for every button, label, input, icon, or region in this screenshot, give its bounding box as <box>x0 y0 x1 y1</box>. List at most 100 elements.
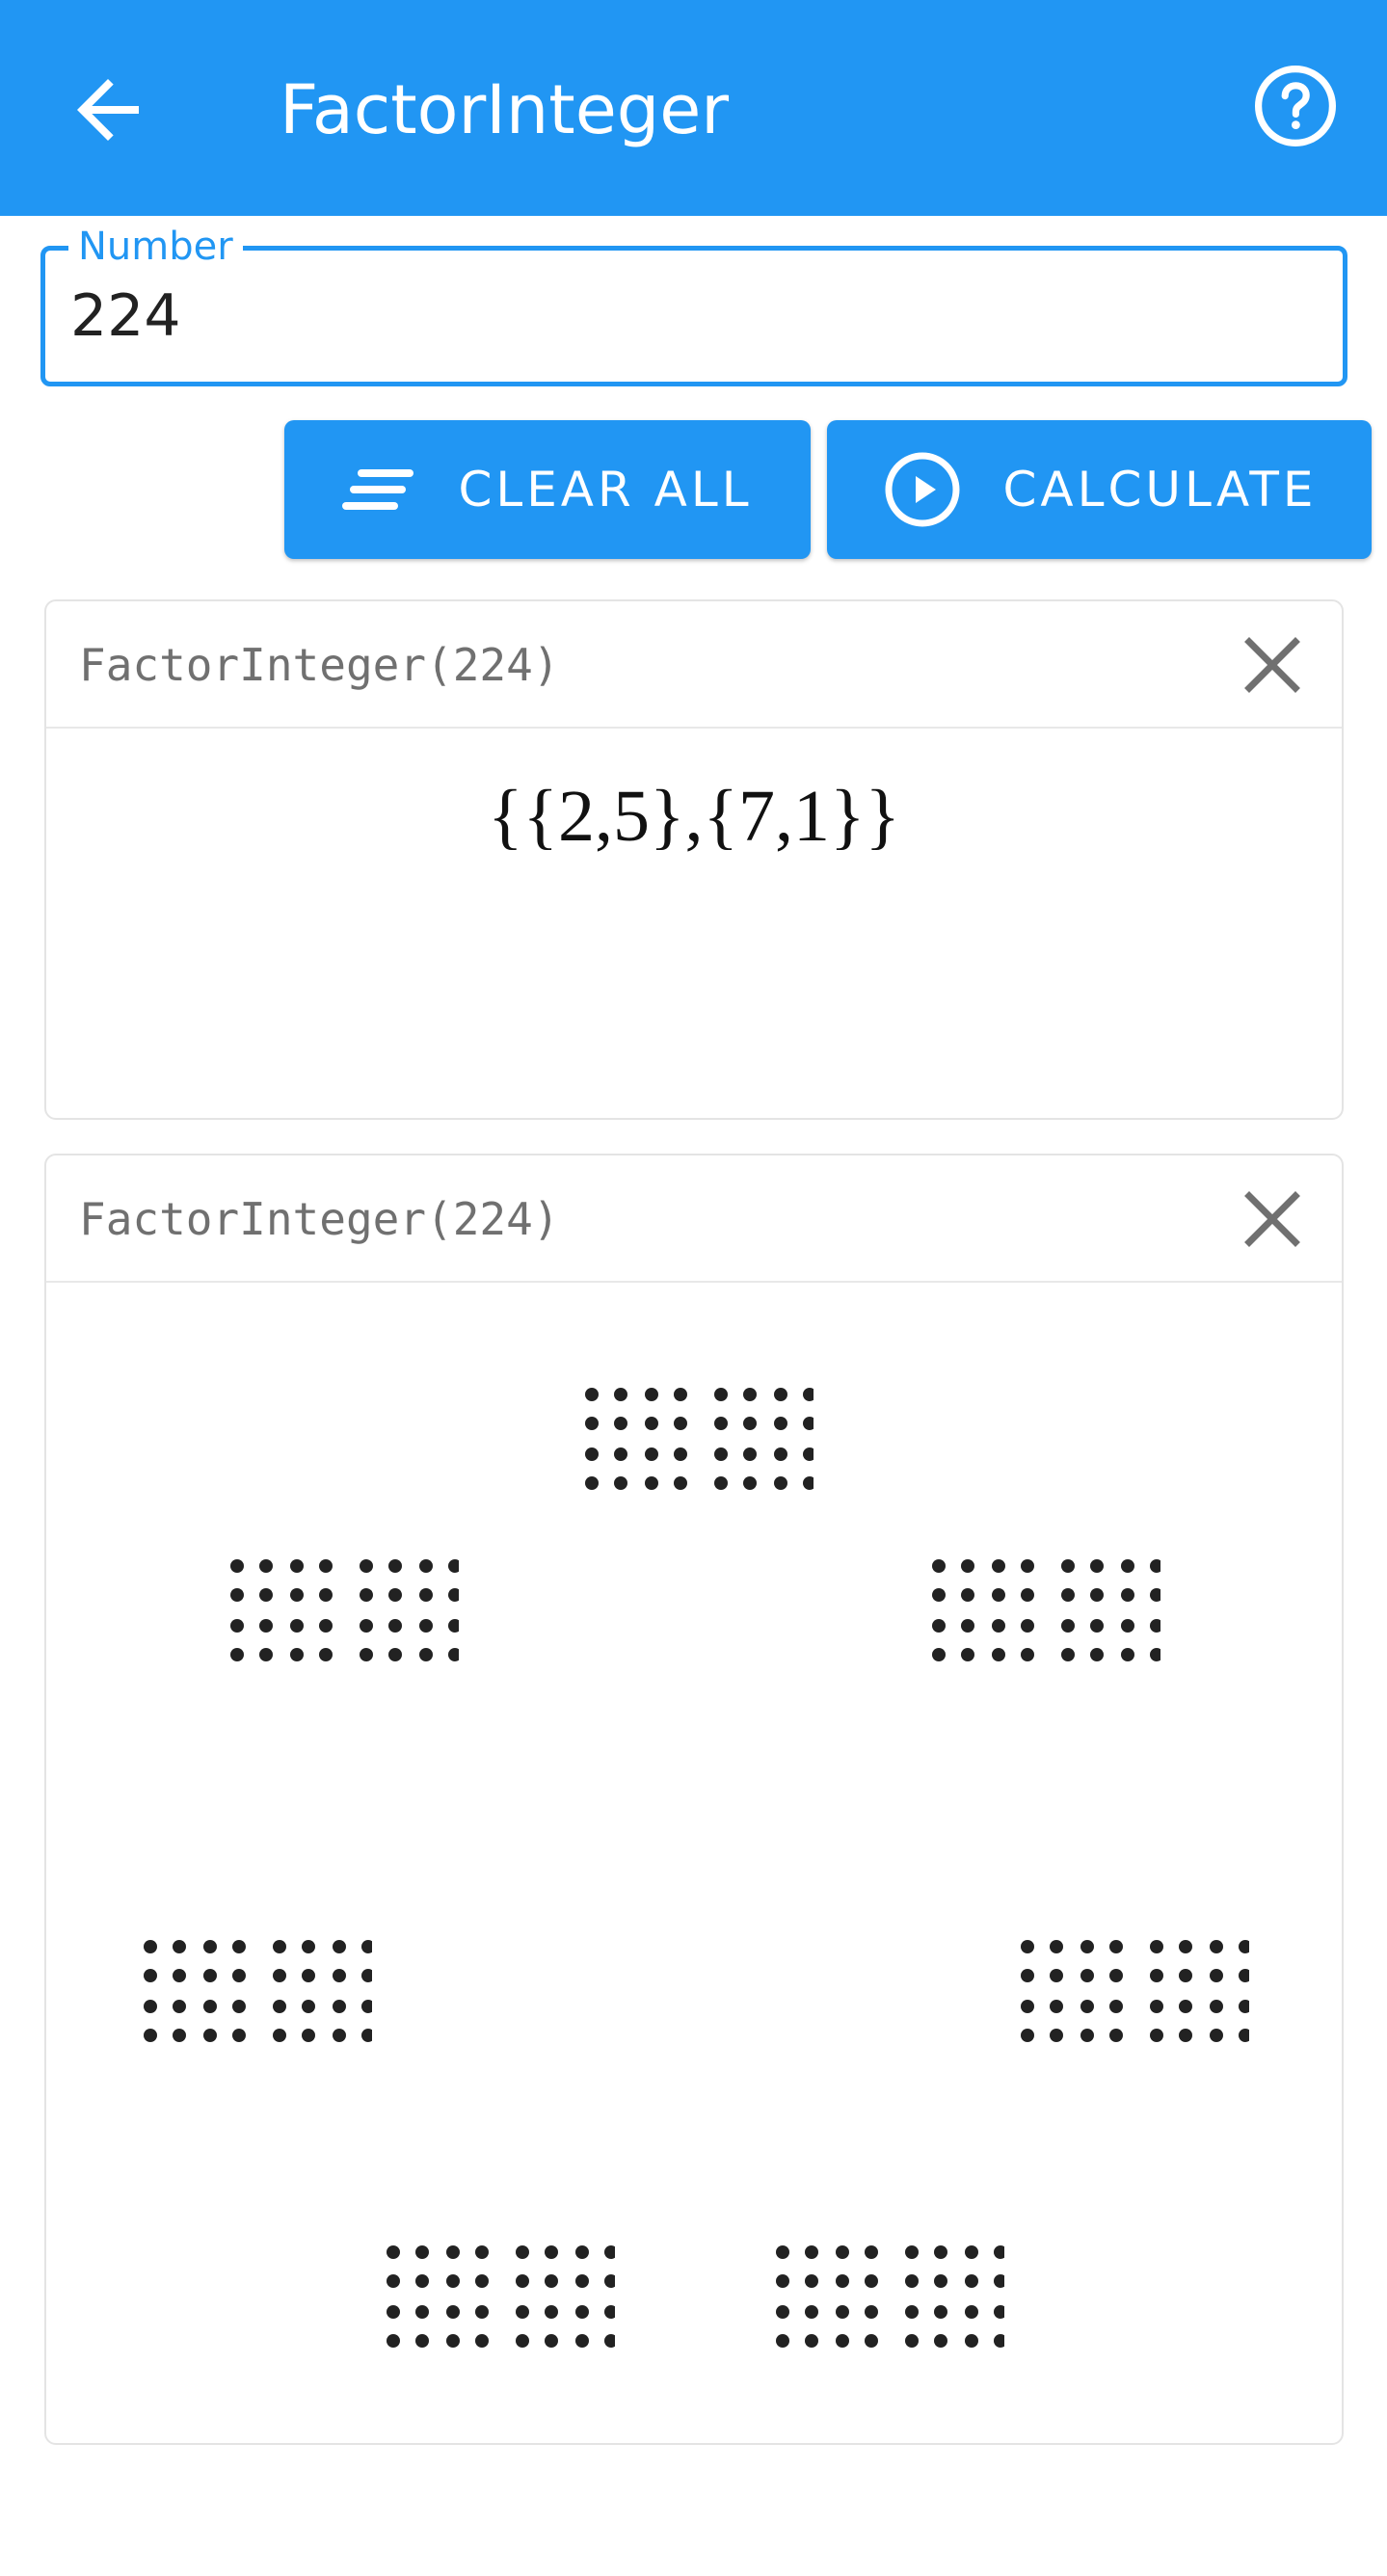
help-button[interactable] <box>1249 60 1342 152</box>
factor-dot <box>387 2334 400 2348</box>
factor-dot <box>774 1447 787 1461</box>
factor-dot <box>173 1940 186 1953</box>
clear-all-button[interactable]: CLEAR ALL <box>284 420 811 559</box>
factor-dot <box>230 1619 244 1633</box>
factor-dot <box>585 1447 599 1461</box>
factor-dot <box>836 2334 849 2348</box>
factor-dot <box>1109 2000 1123 2013</box>
factor-dot <box>805 2305 818 2319</box>
factor-dot <box>259 1588 273 1602</box>
factor-dot <box>905 2245 919 2259</box>
factor-dot <box>230 1588 244 1602</box>
calculate-button[interactable]: CALCULATE <box>827 420 1372 559</box>
factor-dot <box>1121 1588 1134 1602</box>
factor-dot <box>1061 1559 1075 1573</box>
card-header: FactorInteger(224) <box>46 1155 1342 1283</box>
factor-dot <box>774 1388 787 1401</box>
factor-dot <box>1179 1940 1192 1953</box>
factor-dot <box>1121 1648 1134 1661</box>
factor-dot <box>932 1619 946 1633</box>
factor-dot <box>516 2274 529 2288</box>
factor-dot <box>302 1940 315 1953</box>
factor-dot <box>714 1388 728 1401</box>
factor-dot <box>290 1559 304 1573</box>
close-card-button[interactable] <box>1234 626 1311 704</box>
factor-dot <box>585 1476 599 1490</box>
factor-dot <box>1080 2029 1094 2042</box>
factor-dot <box>645 1476 658 1490</box>
factor-dot <box>1021 2029 1034 2042</box>
factor-dot <box>836 2274 849 2288</box>
factor-dot <box>992 1588 1005 1602</box>
factor-dot <box>865 2334 878 2348</box>
factor-dot <box>1021 1940 1034 1953</box>
factor-dot <box>961 1619 974 1633</box>
factor-dot <box>1179 2029 1192 2042</box>
help-circle-icon <box>1254 65 1337 147</box>
factor-dot <box>776 2334 789 2348</box>
factor-dot <box>144 1940 157 1953</box>
factor-dot <box>614 1447 627 1461</box>
factor-dot <box>585 1388 599 1401</box>
factor-dot <box>743 1447 757 1461</box>
factor-dot <box>333 1940 346 1953</box>
factor-dot <box>803 1476 814 1490</box>
dot-group <box>230 1559 459 1661</box>
clear-all-label: CLEAR ALL <box>458 462 753 518</box>
factor-dot <box>1150 1940 1163 1953</box>
factor-dot <box>774 1476 787 1490</box>
factor-dot <box>1090 1588 1104 1602</box>
factor-dot <box>319 1588 333 1602</box>
factor-dot <box>994 2245 1004 2259</box>
dot-group <box>585 1388 814 1490</box>
factor-dot <box>360 1559 373 1573</box>
factor-dot <box>203 2029 217 2042</box>
close-card-button[interactable] <box>1234 1181 1311 1258</box>
factor-dot <box>1239 1969 1249 1982</box>
factor-dot <box>743 1388 757 1401</box>
factor-dot <box>674 1476 687 1490</box>
factor-dot <box>805 2274 818 2288</box>
factor-dot <box>776 2305 789 2319</box>
factor-dot <box>803 1388 814 1401</box>
factor-dot <box>1090 1619 1104 1633</box>
factor-dot <box>1210 2029 1223 2042</box>
play-circle-icon <box>885 452 960 527</box>
factor-dot <box>743 1417 757 1430</box>
factor-dot <box>1061 1588 1075 1602</box>
factor-dot <box>1061 1648 1075 1661</box>
factor-dot <box>1121 1559 1134 1573</box>
factor-dot <box>1150 1648 1160 1661</box>
factor-dot <box>333 1969 346 1982</box>
factor-dot <box>545 2334 558 2348</box>
factor-dot <box>1239 2029 1249 2042</box>
dot-group <box>387 2245 615 2348</box>
factor-dot <box>290 1648 304 1661</box>
factor-dot <box>1150 1588 1160 1602</box>
factor-dot <box>614 1417 627 1430</box>
factor-dot <box>419 1588 433 1602</box>
factor-dot <box>232 1940 246 1953</box>
factor-dot <box>934 2334 947 2348</box>
factor-dot <box>994 2274 1004 2288</box>
factor-dot <box>575 2274 589 2288</box>
factor-dot <box>475 2245 489 2259</box>
factor-dot <box>419 1648 433 1661</box>
factor-dot <box>865 2245 878 2259</box>
factor-dot <box>361 1969 372 1982</box>
factor-dot <box>290 1588 304 1602</box>
factor-dot <box>961 1559 974 1573</box>
factor-dot <box>1080 1969 1094 1982</box>
factor-dot <box>388 1559 402 1573</box>
factor-dot <box>992 1559 1005 1573</box>
factor-dot <box>1210 1940 1223 1953</box>
factor-dot <box>388 1588 402 1602</box>
back-button[interactable] <box>62 64 154 156</box>
factor-dot <box>776 2245 789 2259</box>
factor-dot <box>674 1388 687 1401</box>
factor-dot <box>302 2029 315 2042</box>
factor-dot <box>992 1619 1005 1633</box>
factor-dot <box>448 1619 459 1633</box>
factor-dot <box>575 2334 589 2348</box>
number-input[interactable] <box>70 278 1314 355</box>
